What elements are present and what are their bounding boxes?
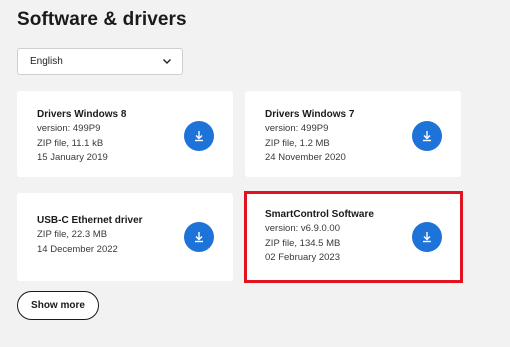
driver-file-info: ZIP file, 134.5 MB — [265, 237, 341, 249]
driver-date: 14 December 2022 — [37, 244, 118, 255]
driver-card-windows-7[interactable]: Drivers Windows 7 version: 499P9 ZIP fil… — [245, 91, 461, 177]
language-select[interactable]: English — [17, 48, 183, 75]
driver-version: version: 499P9 — [37, 123, 101, 134]
driver-file-info: ZIP file, 11.1 kB — [37, 137, 104, 149]
driver-card-windows-8[interactable]: Drivers Windows 8 version: 499P9 ZIP fil… — [17, 91, 233, 177]
driver-file-info: ZIP file, 22.3 MB — [37, 229, 108, 240]
download-button[interactable] — [412, 121, 442, 151]
download-icon — [195, 232, 203, 243]
download-button[interactable] — [412, 222, 442, 252]
download-icon — [423, 232, 431, 243]
download-icon — [423, 131, 431, 142]
driver-date: 15 January 2019 — [37, 152, 108, 163]
driver-name: SmartControl Software — [265, 209, 374, 220]
driver-name: USB-C Ethernet driver — [37, 215, 143, 226]
driver-date: 02 February 2023 — [265, 252, 340, 263]
download-button[interactable] — [184, 222, 214, 252]
driver-name: Drivers Windows 7 — [265, 109, 355, 120]
download-button[interactable] — [184, 121, 214, 151]
driver-card-usb-c-ethernet[interactable]: USB-C Ethernet driver ZIP file, 22.3 MB … — [17, 193, 233, 281]
driver-version: version: v6.9.0.00 — [265, 223, 340, 234]
show-more-button[interactable]: Show more — [17, 291, 99, 320]
driver-file-info: ZIP file, 1.2 MB — [265, 137, 330, 149]
driver-name: Drivers Windows 8 — [37, 109, 127, 120]
download-icon — [195, 131, 203, 142]
driver-card-smartcontrol[interactable]: SmartControl Software version: v6.9.0.00… — [245, 193, 461, 281]
driver-version: version: 499P9 — [265, 123, 329, 134]
driver-date: 24 November 2020 — [265, 152, 346, 163]
section-title: Software & drivers — [17, 9, 187, 30]
chevron-down-icon — [163, 59, 171, 64]
language-select-value: English — [30, 56, 63, 67]
